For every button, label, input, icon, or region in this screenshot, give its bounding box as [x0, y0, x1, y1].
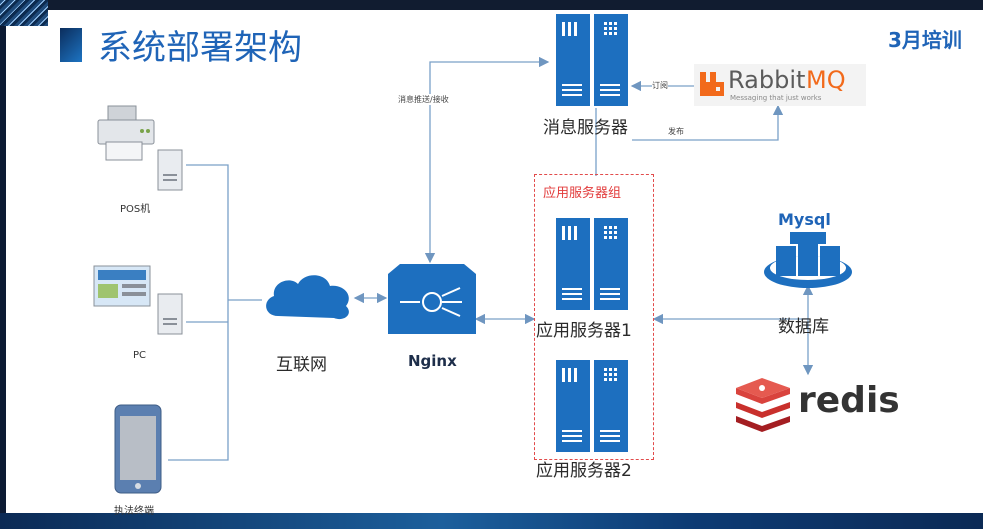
edge-publish: [632, 104, 784, 141]
mysql-label: Mysql: [778, 210, 831, 229]
redis-wordmark: redis: [798, 380, 900, 421]
database-label: 数据库: [778, 317, 829, 337]
server-rack-marks: [562, 368, 620, 442]
monitor-icon: [93, 265, 183, 335]
app-server-group-label: 应用服务器组: [543, 186, 622, 201]
edge-nginx-message: [424, 56, 550, 264]
app-server-2-label: 应用服务器2: [536, 461, 632, 481]
server-rack-marks: [562, 22, 620, 96]
app-server-1-label: 应用服务器1: [536, 321, 632, 341]
load-balancer-icon: [388, 264, 476, 334]
pos-label: POS机: [120, 204, 151, 215]
redis-logo-icon: [736, 378, 790, 432]
slide: 系统部署架构 3月培训 消息推送/接收 订阅 发布 POS机 PC 执法终端 互…: [0, 0, 983, 529]
edge-label-push-receive: 消息推送/接收: [398, 94, 449, 105]
edge-label-publish: 发布: [668, 127, 684, 136]
nginx-label: Nginx: [408, 352, 457, 370]
rabbitmq-tagline: Messaging that just works: [730, 94, 822, 102]
cloud-icon: [266, 275, 349, 320]
rabbitmq-logo: Rabbit MQ Messaging that just works: [694, 64, 866, 106]
rabbit-wordmark: Rabbit: [728, 66, 806, 94]
internet-label: 互联网: [276, 355, 327, 375]
pc-label: PC: [133, 350, 147, 361]
edge-label-subscribe: 订阅: [652, 80, 668, 91]
rabbit-logo-icon: [700, 72, 724, 96]
message-server-label: 消息服务器: [543, 118, 628, 138]
message-server-icon: [556, 14, 630, 106]
printer-icon: [97, 105, 183, 191]
mobile-label: 执法终端: [114, 506, 154, 517]
mq-wordmark: MQ: [806, 66, 846, 94]
mobile-device-icon: [114, 404, 162, 494]
app-server-1-icon: [556, 218, 630, 310]
database-cluster-icon: [764, 232, 852, 288]
app-server-2-icon: [556, 360, 630, 452]
server-rack-marks: [562, 226, 620, 300]
